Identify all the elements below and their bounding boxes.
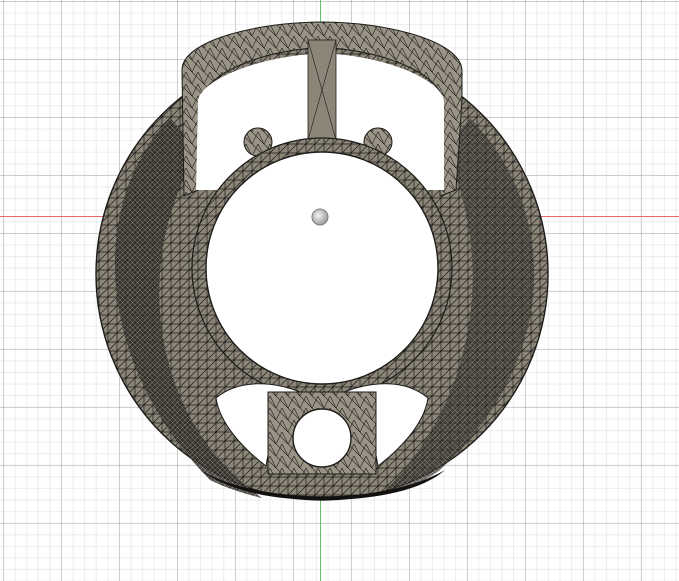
mesh-model-scene [95, 21, 549, 501]
bottom-bolt-hole [292, 408, 352, 468]
center-bore-hole [205, 151, 439, 385]
origin-point-icon[interactable] [311, 208, 329, 226]
canvas-3d-viewport[interactable] [0, 0, 679, 581]
